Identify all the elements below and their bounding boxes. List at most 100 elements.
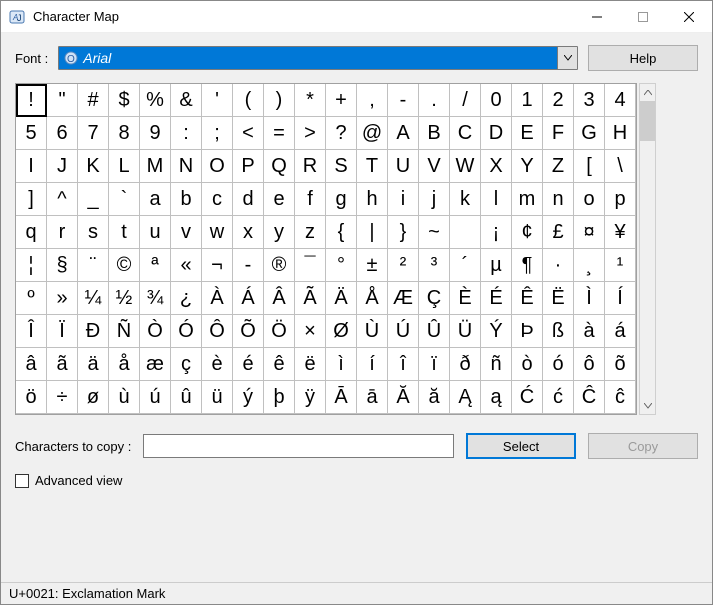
char-cell[interactable]: ç	[171, 348, 202, 381]
char-cell[interactable]: Ø	[326, 315, 357, 348]
char-cell[interactable]: v	[171, 216, 202, 249]
char-cell[interactable]: *	[295, 84, 326, 117]
char-cell[interactable]: m	[512, 183, 543, 216]
char-cell[interactable]: }	[388, 216, 419, 249]
char-cell[interactable]: l	[481, 183, 512, 216]
char-cell[interactable]: õ	[605, 348, 636, 381]
char-cell[interactable]: j	[419, 183, 450, 216]
char-cell[interactable]: í	[357, 348, 388, 381]
char-cell[interactable]: n	[543, 183, 574, 216]
char-cell[interactable]: |	[357, 216, 388, 249]
char-cell[interactable]: 3	[574, 84, 605, 117]
char-cell[interactable]: Q	[264, 150, 295, 183]
char-cell[interactable]: ½	[109, 282, 140, 315]
char-cell[interactable]: x	[233, 216, 264, 249]
char-cell[interactable]: V	[419, 150, 450, 183]
char-cell[interactable]: £	[543, 216, 574, 249]
scroll-up-icon[interactable]	[640, 84, 655, 101]
char-cell[interactable]: ß	[543, 315, 574, 348]
char-cell[interactable]: J	[47, 150, 78, 183]
char-cell[interactable]: ą	[481, 381, 512, 414]
char-cell[interactable]: Ë	[543, 282, 574, 315]
char-cell[interactable]: Ñ	[109, 315, 140, 348]
char-cell[interactable]: Ò	[140, 315, 171, 348]
char-cell[interactable]: 4	[605, 84, 636, 117]
char-cell[interactable]: P	[233, 150, 264, 183]
advanced-view-checkbox[interactable]	[15, 474, 29, 488]
char-cell[interactable]: N	[171, 150, 202, 183]
char-cell[interactable]: È	[450, 282, 481, 315]
char-cell[interactable]: ¬	[202, 249, 233, 282]
char-cell[interactable]: 5	[16, 117, 47, 150]
char-cell[interactable]: »	[47, 282, 78, 315]
char-cell[interactable]: @	[357, 117, 388, 150]
char-cell[interactable]: M	[140, 150, 171, 183]
char-cell[interactable]: ¦	[16, 249, 47, 282]
char-cell[interactable]: ~	[419, 216, 450, 249]
char-cell[interactable]: 7	[78, 117, 109, 150]
char-cell[interactable]: ô	[574, 348, 605, 381]
char-cell[interactable]: Ð	[78, 315, 109, 348]
char-cell[interactable]: Ý	[481, 315, 512, 348]
char-cell[interactable]: ã	[47, 348, 78, 381]
char-cell[interactable]: û	[171, 381, 202, 414]
char-cell[interactable]: !	[16, 84, 47, 117]
char-cell[interactable]: =	[264, 117, 295, 150]
scrollbar[interactable]	[639, 83, 656, 415]
char-cell[interactable]: Ó	[171, 315, 202, 348]
character-grid[interactable]: !"#$%&'()*+,-./0123456789:;<=>?@ABCDEFGH…	[15, 83, 637, 415]
char-cell[interactable]: ü	[202, 381, 233, 414]
scroll-track[interactable]	[640, 101, 655, 397]
char-cell[interactable]: ÷	[47, 381, 78, 414]
char-cell[interactable]: ©	[109, 249, 140, 282]
char-cell[interactable]: W	[450, 150, 481, 183]
char-cell[interactable]: Ú	[388, 315, 419, 348]
char-cell[interactable]: Ĉ	[574, 381, 605, 414]
char-cell[interactable]: &	[171, 84, 202, 117]
scroll-thumb[interactable]	[640, 101, 655, 141]
char-cell[interactable]: S	[326, 150, 357, 183]
char-cell[interactable]: #	[78, 84, 109, 117]
char-cell[interactable]: s	[78, 216, 109, 249]
char-cell[interactable]: þ	[264, 381, 295, 414]
char-cell[interactable]: '	[202, 84, 233, 117]
char-cell[interactable]: ¤	[574, 216, 605, 249]
char-cell[interactable]: Ā	[326, 381, 357, 414]
char-cell[interactable]: ù	[109, 381, 140, 414]
char-cell[interactable]: ¾	[140, 282, 171, 315]
char-cell[interactable]: Õ	[233, 315, 264, 348]
char-cell[interactable]: >	[295, 117, 326, 150]
char-cell[interactable]: Å	[357, 282, 388, 315]
char-cell[interactable]: k	[450, 183, 481, 216]
char-cell[interactable]: K	[78, 150, 109, 183]
char-cell[interactable]: Ü	[450, 315, 481, 348]
char-cell[interactable]: Ö	[264, 315, 295, 348]
char-cell[interactable]: º	[16, 282, 47, 315]
char-cell[interactable]: À	[202, 282, 233, 315]
char-cell[interactable]: u	[140, 216, 171, 249]
char-cell[interactable]: ć	[543, 381, 574, 414]
char-cell[interactable]: ö	[16, 381, 47, 414]
char-cell[interactable]: î	[388, 348, 419, 381]
characters-to-copy-input[interactable]	[143, 434, 454, 458]
char-cell[interactable]: ñ	[481, 348, 512, 381]
maximize-button[interactable]	[620, 1, 666, 32]
char-cell[interactable]: q	[16, 216, 47, 249]
char-cell[interactable]: X	[481, 150, 512, 183]
char-cell[interactable]: Ê	[512, 282, 543, 315]
char-cell[interactable]: Ì	[574, 282, 605, 315]
scroll-down-icon[interactable]	[640, 397, 655, 414]
char-cell[interactable]: %	[140, 84, 171, 117]
char-cell[interactable]: ú	[140, 381, 171, 414]
char-cell[interactable]: Ć	[512, 381, 543, 414]
char-cell[interactable]: -	[233, 249, 264, 282]
char-cell[interactable]: i	[388, 183, 419, 216]
char-cell[interactable]: ?	[326, 117, 357, 150]
char-cell[interactable]: â	[16, 348, 47, 381]
char-cell[interactable]: Û	[419, 315, 450, 348]
char-cell[interactable]: ð	[450, 348, 481, 381]
char-cell[interactable]: "	[47, 84, 78, 117]
char-cell[interactable]: p	[605, 183, 636, 216]
char-cell[interactable]: ĉ	[605, 381, 636, 414]
char-cell[interactable]: Ą	[450, 381, 481, 414]
